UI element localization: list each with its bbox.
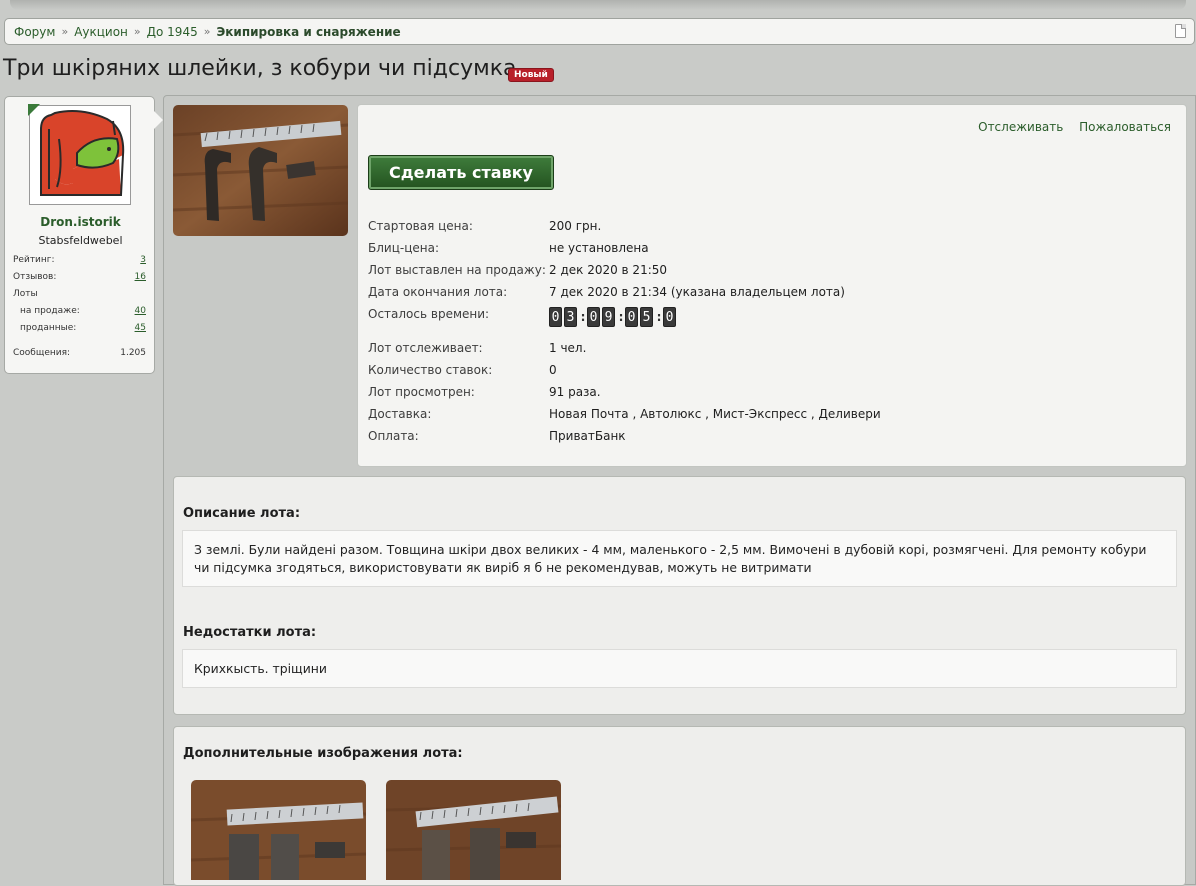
lot-photo xyxy=(191,780,366,880)
timer-digit: 9 xyxy=(602,307,615,327)
breadcrumb-separator: » xyxy=(61,25,69,38)
extra-image-2[interactable] xyxy=(386,780,561,880)
description-heading: Описание лота: xyxy=(183,506,301,521)
stat-value-link[interactable]: 45 xyxy=(135,323,146,333)
lot-main-image[interactable] xyxy=(173,105,348,236)
field-label: Дата окончания лота: xyxy=(368,285,508,299)
top-header-edge xyxy=(10,0,1186,10)
breadcrumb-current[interactable]: Экипировка и снаряжение xyxy=(216,25,400,39)
stat-value: 1.205 xyxy=(120,348,146,358)
stat-value-link[interactable]: 40 xyxy=(135,306,146,316)
field-bid-count: Количество ставок: 0 xyxy=(368,363,557,377)
field-label: Стартовая цена: xyxy=(368,219,473,233)
description-text: З землі. Були найдені разом. Товщина шкі… xyxy=(182,530,1177,587)
stat-messages: Сообщения: 1.205 xyxy=(13,348,146,358)
field-time-left: Осталось времени: 0 3 : 0 9 : 0 5 : 0 xyxy=(368,307,678,327)
lot-info-panel: Отслеживать Пожаловаться Сделать ставку … xyxy=(357,104,1187,467)
timer-digit: 0 xyxy=(625,307,638,327)
user-card-pointer xyxy=(154,111,163,129)
watch-link[interactable]: Отслеживать xyxy=(978,120,1063,134)
field-value: не установлена xyxy=(549,241,649,255)
lot-photo xyxy=(386,780,561,880)
field-views: Лот просмотрен: 91 раза. xyxy=(368,385,601,399)
avatar[interactable] xyxy=(29,105,131,205)
field-label: Доставка: xyxy=(368,407,432,421)
field-value: 200 грн. xyxy=(549,219,602,233)
defects-text: Крихкысть. тріщини xyxy=(182,649,1177,688)
stat-label: на продаже: xyxy=(20,306,80,316)
stat-label: Лоты xyxy=(13,289,38,299)
field-label: Оплата: xyxy=(368,429,419,443)
breadcrumb-separator: » xyxy=(203,25,211,38)
breadcrumb: Форум » Аукцион » До 1945 » Экипировка и… xyxy=(4,18,1195,45)
extra-images-heading: Дополнительные изображения лота: xyxy=(183,746,463,761)
page-title: Три шкіряних шлейки, з кобури чи підсумк… xyxy=(3,56,517,81)
stat-lots: Лоты xyxy=(13,289,146,299)
field-label: Осталось времени: xyxy=(368,307,490,321)
breadcrumb-before-1945[interactable]: До 1945 xyxy=(147,25,198,39)
extra-image-1[interactable] xyxy=(191,780,366,880)
report-link[interactable]: Пожаловаться xyxy=(1079,120,1171,134)
timer-digit: 3 xyxy=(564,307,577,327)
field-watchers: Лот отслеживает: 1 чел. xyxy=(368,341,586,355)
field-label: Количество ставок: xyxy=(368,363,493,377)
countdown-timer: 0 3 : 0 9 : 0 5 : 0 xyxy=(549,307,678,327)
stat-label: проданные: xyxy=(20,323,77,333)
stat-label: Отзывов: xyxy=(13,272,57,282)
field-label: Блиц-цена: xyxy=(368,241,439,255)
user-card: Dron.istorik Stabsfeldwebel Рейтинг: 3 О… xyxy=(4,96,163,374)
timer-digit: 0 xyxy=(663,307,676,327)
timer-digit: 5 xyxy=(640,307,653,327)
new-badge: Новый xyxy=(508,68,554,82)
field-start-price: Стартовая цена: 200 грн. xyxy=(368,219,601,233)
breadcrumb-forum[interactable]: Форум xyxy=(14,25,55,39)
field-label: Лот просмотрен: xyxy=(368,385,475,399)
field-value: ПриватБанк xyxy=(549,429,626,443)
stat-value-link[interactable]: 3 xyxy=(140,255,146,265)
defects-heading: Недостатки лота: xyxy=(183,625,317,640)
field-value: Новая Почта , Автолюкс , Мист-Экспресс ,… xyxy=(549,407,881,421)
breadcrumb-auction[interactable]: Аукцион xyxy=(74,25,128,39)
extra-images-section: Дополнительные изображения лота: xyxy=(173,726,1186,886)
stat-label: Сообщения: xyxy=(13,348,71,358)
field-delivery: Доставка: Новая Почта , Автолюкс , Мист-Э… xyxy=(368,407,881,421)
field-value: 2 дек 2020 в 21:50 xyxy=(549,263,668,277)
field-listed-date: Лот выставлен на продажу: 2 дек 2020 в 21… xyxy=(368,263,667,277)
field-value: 0 xyxy=(549,363,557,377)
stat-value-link[interactable]: 16 xyxy=(135,272,146,282)
field-label: Лот отслеживает: xyxy=(368,341,483,355)
lot-description-section: Описание лота: З землі. Були найдені раз… xyxy=(173,476,1186,715)
timer-colon: : xyxy=(656,310,662,324)
username[interactable]: Dron.istorik xyxy=(5,215,156,229)
lot-photo xyxy=(173,105,348,236)
field-blitz-price: Блиц-цена: не установлена xyxy=(368,241,649,255)
place-bid-button[interactable]: Сделать ставку xyxy=(368,155,554,190)
online-indicator xyxy=(28,104,40,116)
timer-colon: : xyxy=(580,310,586,324)
field-payment: Оплата: ПриватБанк xyxy=(368,429,626,443)
breadcrumb-separator: » xyxy=(133,25,141,38)
timer-digit: 0 xyxy=(587,307,600,327)
stat-rating: Рейтинг: 3 xyxy=(13,255,146,265)
avatar-image xyxy=(33,109,127,201)
stat-sold: проданные: 45 xyxy=(20,323,146,333)
page-icon[interactable] xyxy=(1175,24,1186,38)
field-value: 7 дек 2020 в 21:34 (указана владельцем л… xyxy=(549,285,845,299)
timer-digit: 0 xyxy=(549,307,562,327)
lot-actions: Отслеживать Пожаловаться xyxy=(966,120,1171,134)
field-label: Лот выставлен на продажу: xyxy=(368,263,546,277)
timer-colon: : xyxy=(618,310,624,324)
field-end-date: Дата окончания лота: 7 дек 2020 в 21:34 (… xyxy=(368,285,845,299)
stat-label: Рейтинг: xyxy=(13,255,55,265)
user-rank: Stabsfeldwebel xyxy=(38,234,123,247)
stat-on-sale: на продаже: 40 xyxy=(20,306,146,316)
stat-reviews: Отзывов: 16 xyxy=(13,272,146,282)
field-value: 1 чел. xyxy=(549,341,587,355)
field-value: 91 раза. xyxy=(549,385,601,399)
